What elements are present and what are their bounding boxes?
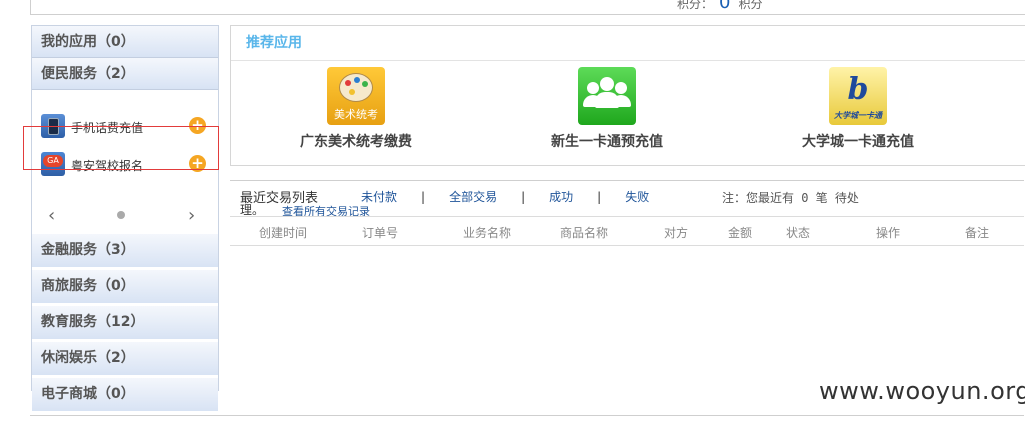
service-carousel: ‹ › (32, 198, 218, 234)
filter-all[interactable]: 全部交易 (449, 190, 497, 204)
account-summary-box: 积分： 0 积分 (30, 0, 1025, 15)
app-name: 大学城一卡通充值 (802, 134, 914, 150)
add-icon[interactable]: + (189, 117, 206, 134)
column-header: 对方 (664, 226, 689, 240)
points-unit: 积分 (738, 0, 763, 11)
transaction-filters: 未付款 | 全部交易 | 成功 | 失败 (361, 190, 650, 204)
app-name: 广东美术统考缴费 (300, 134, 412, 150)
chevron-right-icon[interactable]: › (188, 205, 195, 226)
category-leisure[interactable]: 休闲娱乐（2） (32, 342, 218, 378)
group-users-icon (578, 67, 636, 125)
recommended-apps-panel: 推荐应用 美术统考 广东美术统考缴费 新生一卡通预充值 b 大学城一卡通 大学城… (230, 25, 1025, 166)
app-university-city-card[interactable]: b 大学城一卡通 大学城一卡通充值 (778, 67, 938, 151)
service-label: 粤安驾校报名 (71, 159, 144, 173)
add-icon[interactable]: + (189, 155, 206, 172)
app-name: 新生一卡通预充值 (551, 134, 663, 150)
column-header: 金额 (728, 226, 753, 240)
icon-caption: 大学城一卡通 (834, 111, 882, 120)
column-header: 业务名称 (463, 226, 512, 240)
app-art-exam-payment[interactable]: 美术统考 广东美术统考缴费 (276, 67, 436, 151)
filter-failed[interactable]: 失败 (625, 190, 649, 204)
category-travel[interactable]: 商旅服务（0） (32, 270, 218, 306)
points-display: 积分： 0 积分 (677, 0, 762, 13)
recent-transactions-panel: 最近交易列表 理。 未付款 | 全部交易 | 成功 | 失败 注：您最近有 0 笔 待处 查… (230, 180, 1024, 246)
category-mall[interactable]: 电子商城（0） (32, 378, 218, 414)
column-header: 商品名称 (560, 226, 609, 240)
column-header: 操作 (876, 226, 901, 240)
category-convenience[interactable]: 便民服务（2） (32, 58, 218, 90)
column-header: 状态 (786, 226, 811, 240)
column-header: 备注 (965, 226, 990, 240)
category-my-apps[interactable]: 我的应用（0） (32, 26, 218, 58)
filter-unpaid[interactable]: 未付款 (361, 190, 397, 204)
column-header: 订单号 (362, 226, 399, 240)
column-header: 创建时间 (259, 226, 308, 240)
category-finance[interactable]: 金融服务（3） (32, 234, 218, 270)
app-new-student-card[interactable]: 新生一卡通预充值 (527, 67, 687, 151)
filter-success[interactable]: 成功 (549, 190, 573, 204)
convenience-service-list: 手机话费充值 + 粤安驾校报名 + (32, 90, 218, 198)
points-label: 积分： (677, 0, 714, 11)
service-label: 手机话费充值 (71, 121, 144, 135)
service-phone-recharge[interactable]: 手机话费充值 + (41, 114, 209, 138)
category-education[interactable]: 教育服务（12） (32, 306, 218, 342)
recommended-title: 推荐应用 (231, 26, 1025, 61)
watermark: www.wooyun.org (819, 377, 1025, 405)
transactions-table-header: 创建时间 订单号 业务名称 商品名称 对方 金额 状态 操作 备注 (230, 216, 1024, 246)
logo-letter: b (847, 72, 869, 107)
driving-school-icon (41, 152, 65, 176)
pending-note: 注：您最近有 0 笔 待处 (722, 191, 859, 205)
icon-caption: 美术统考 (334, 108, 378, 121)
points-value: 0 (719, 0, 731, 13)
carousel-dot[interactable] (117, 211, 125, 219)
footer-divider (30, 415, 1024, 416)
service-sidebar: 我的应用（0） 便民服务（2） 手机话费充值 + 粤安驾校报名 + ‹ › 金融… (31, 25, 219, 414)
service-driving-school[interactable]: 粤安驾校报名 + (41, 152, 209, 176)
university-card-logo-icon: b 大学城一卡通 (829, 67, 887, 125)
art-palette-icon: 美术统考 (327, 67, 385, 125)
chevron-left-icon[interactable]: ‹ (48, 205, 55, 226)
mobile-phone-icon (41, 114, 65, 138)
